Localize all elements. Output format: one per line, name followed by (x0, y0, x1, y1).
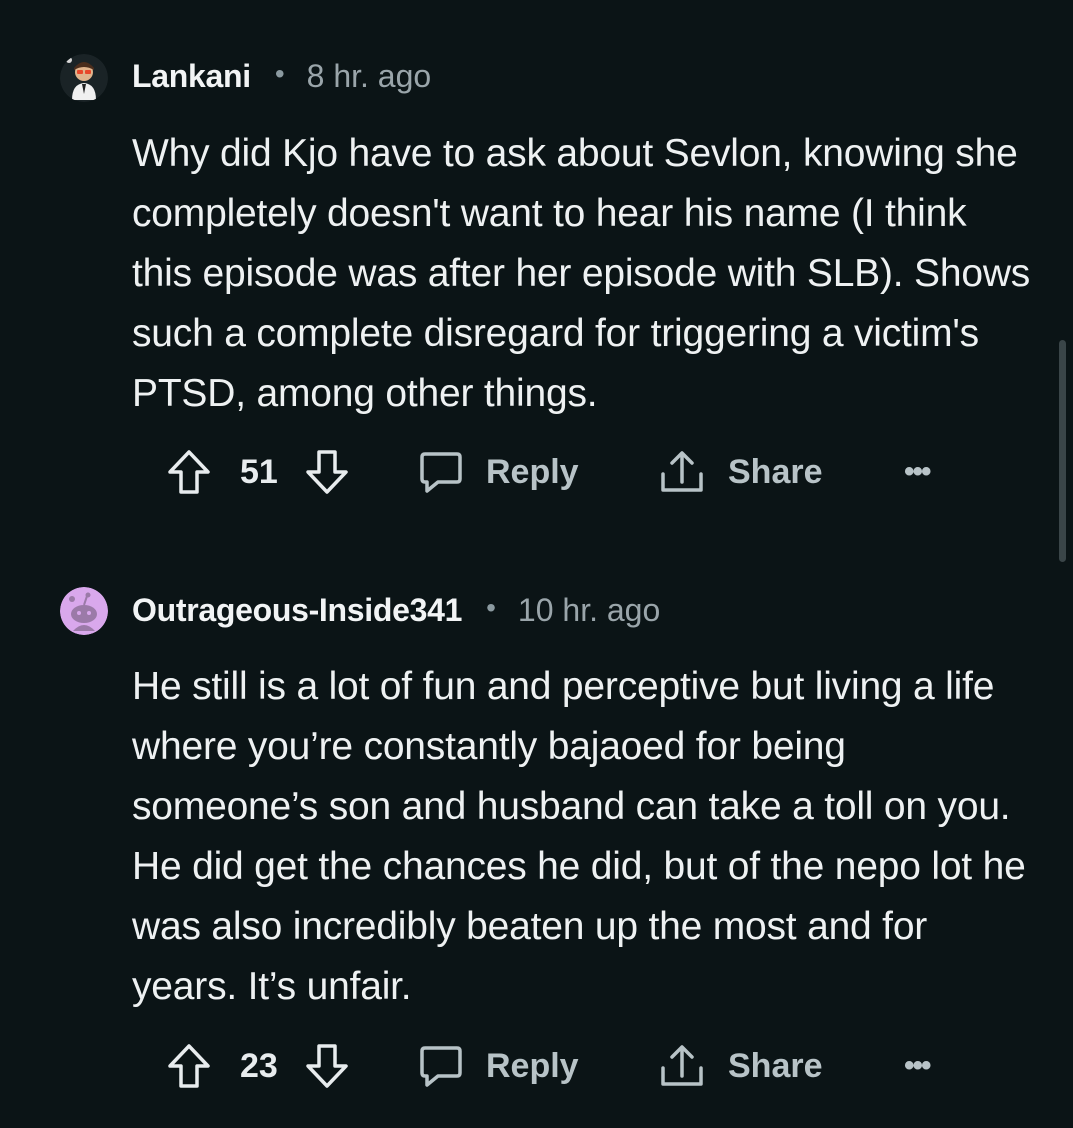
speech-bubble-icon (420, 452, 462, 493)
arrow-down-outline-icon (306, 450, 348, 494)
comment-actions: 23 Reply Share ••• (166, 1036, 956, 1096)
speech-bubble-icon (420, 1046, 462, 1087)
user-avatar-icon (60, 587, 108, 635)
ellipsis-icon: ••• (904, 455, 931, 488)
downvote-button[interactable] (304, 442, 350, 502)
arrow-up-outline-icon (168, 450, 210, 494)
avatar[interactable] (60, 587, 108, 635)
reply-button[interactable]: Reply (418, 442, 579, 502)
username[interactable]: Outrageous-Inside341 (132, 592, 462, 629)
reply-label: Reply (486, 1046, 579, 1085)
share-upload-icon (661, 1045, 703, 1086)
share-button[interactable]: Share (658, 1036, 823, 1096)
scrollbar[interactable] (1059, 340, 1066, 562)
upvote-button[interactable] (166, 1036, 212, 1096)
share-label: Share (728, 1046, 823, 1085)
share-label: Share (728, 452, 823, 491)
comment-actions: 51 Reply Share ••• (166, 442, 956, 502)
comment-body: He still is a lot of fun and perceptive … (132, 665, 1026, 1008)
reply-label: Reply (486, 452, 579, 491)
username[interactable]: Lankani (132, 58, 251, 95)
timestamp[interactable]: 8 hr. ago (307, 58, 432, 95)
ellipsis-icon: ••• (904, 1049, 931, 1082)
avatar[interactable] (60, 54, 108, 102)
reply-button[interactable]: Reply (418, 1036, 579, 1096)
comment-body: Why did Kjo have to ask about Sevlon, kn… (132, 132, 1031, 415)
share-button[interactable]: Share (658, 442, 823, 502)
vote-count: 23 (240, 1046, 278, 1085)
separator-dot: • (274, 58, 285, 89)
more-options-button[interactable]: ••• (904, 442, 931, 502)
more-options-button[interactable]: ••• (904, 1036, 931, 1096)
downvote-button[interactable] (304, 1036, 350, 1096)
vote-count: 51 (240, 452, 278, 491)
comment-meta: Lankani • 8 hr. ago (132, 56, 431, 96)
timestamp[interactable]: 10 hr. ago (518, 592, 660, 629)
arrow-down-outline-icon (306, 1044, 348, 1088)
user-avatar-icon (60, 54, 108, 102)
share-upload-icon (661, 451, 703, 492)
separator-dot: • (486, 592, 496, 623)
comment-meta: Outrageous-Inside341 • 10 hr. ago (132, 590, 660, 630)
upvote-button[interactable] (166, 442, 212, 502)
arrow-up-outline-icon (168, 1044, 210, 1088)
